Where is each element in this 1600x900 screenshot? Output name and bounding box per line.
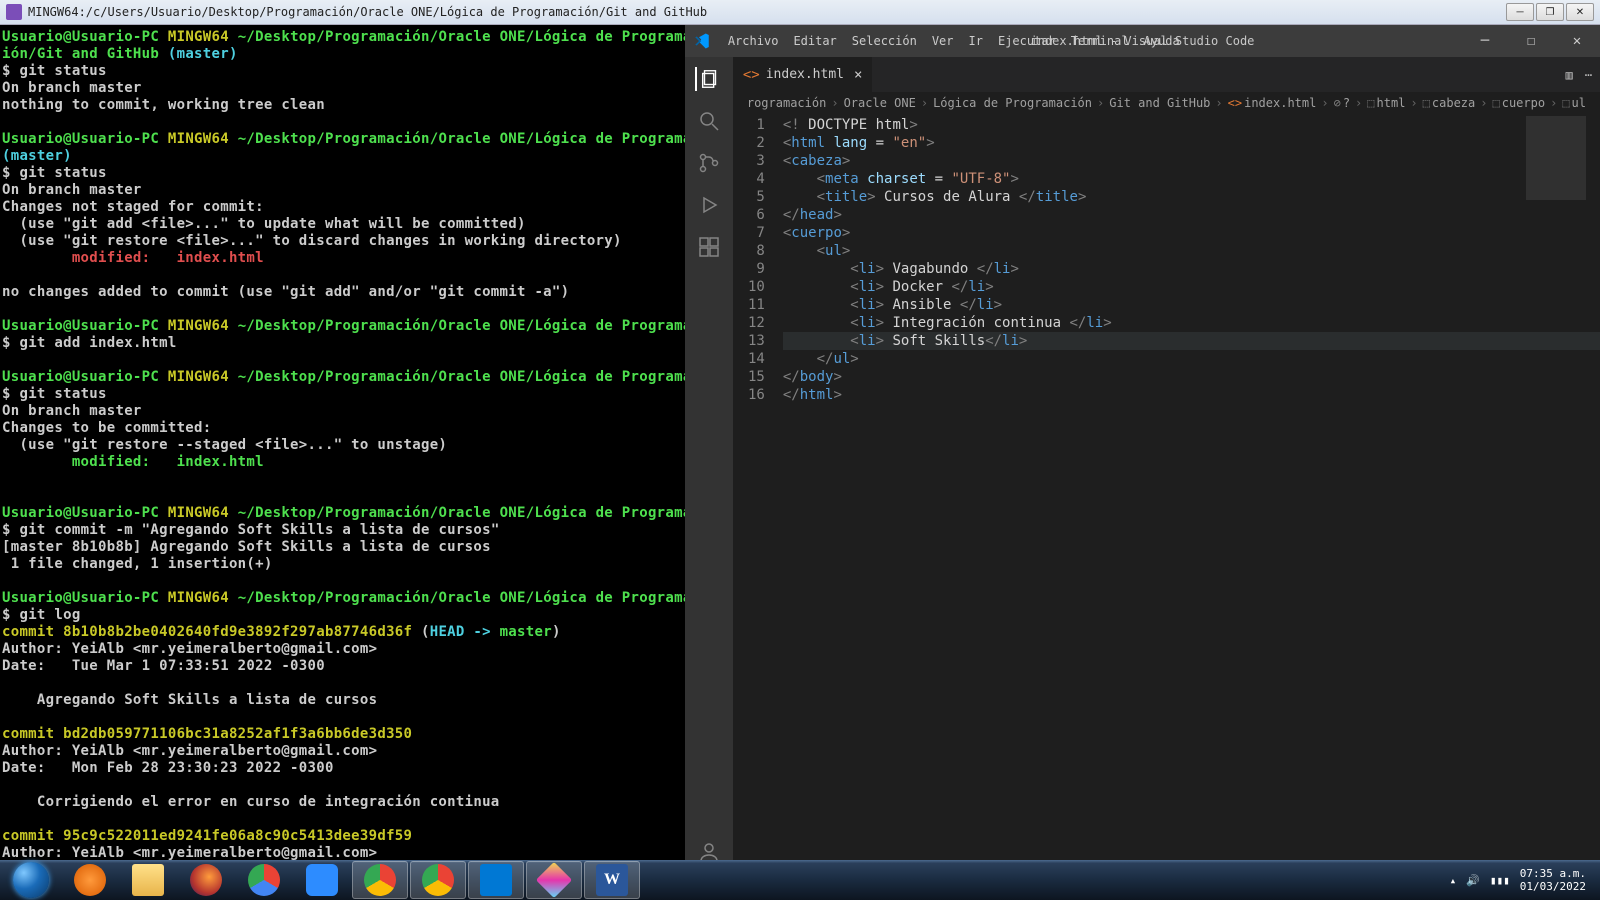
- taskbar-vscode[interactable]: [468, 861, 524, 899]
- taskbar-zoom[interactable]: [294, 861, 350, 899]
- taskbar-chrome2[interactable]: [352, 861, 408, 899]
- maximize-button[interactable]: ❐: [1536, 3, 1564, 21]
- taskbar-chrome3[interactable]: [410, 861, 466, 899]
- tab-close-icon[interactable]: ×: [850, 67, 862, 83]
- breadcrumb[interactable]: rogramación› Oracle ONE› Lógica de Progr…: [733, 92, 1600, 114]
- source-control-icon[interactable]: [697, 151, 721, 175]
- tray-chevron-icon[interactable]: ▴: [1450, 874, 1457, 887]
- tray-volume-icon[interactable]: 🔊: [1466, 874, 1480, 887]
- run-debug-icon[interactable]: [697, 193, 721, 217]
- line-numbers: 12345678910111213141516: [733, 114, 783, 876]
- window-title: MINGW64:/c/Users/Usuario/Desktop/Program…: [28, 5, 1506, 19]
- minimap[interactable]: [1526, 116, 1586, 236]
- tab-bar: <> index.html × ▥ ⋯: [733, 57, 1600, 92]
- tab-index-html[interactable]: <> index.html ×: [733, 57, 873, 92]
- taskbar-firefox[interactable]: [178, 861, 234, 899]
- code-editor[interactable]: 12345678910111213141516 <! DOCTYPE html>…: [733, 114, 1600, 876]
- taskbar-media-player[interactable]: [62, 861, 118, 899]
- taskbar-word[interactable]: W: [584, 861, 640, 899]
- window-titlebar: MINGW64:/c/Users/Usuario/Desktop/Program…: [0, 0, 1600, 25]
- more-actions-icon[interactable]: ⋯: [1585, 68, 1592, 82]
- vscode-maximize-button[interactable]: ☐: [1508, 25, 1554, 57]
- vscode-minimize-button[interactable]: ─: [1462, 25, 1508, 57]
- vscode-title: index.html - Visual Studio Code: [1030, 34, 1254, 48]
- vscode-logo-icon: [685, 32, 720, 50]
- vscode-window: ArchivoEditarSelecciónVerIrEjecutarTermi…: [685, 25, 1600, 876]
- system-tray[interactable]: ▴ 🔊 ▮▮▮ 07:35 a.m. 01/03/2022: [1450, 867, 1596, 893]
- taskbar: W ▴ 🔊 ▮▮▮ 07:35 a.m. 01/03/2022: [0, 860, 1600, 900]
- start-button[interactable]: [4, 860, 58, 900]
- tray-clock[interactable]: 07:35 a.m. 01/03/2022: [1520, 867, 1586, 893]
- explorer-icon[interactable]: [695, 67, 721, 91]
- minimize-button[interactable]: ─: [1506, 3, 1534, 21]
- html-file-icon: <>: [743, 67, 760, 83]
- close-button[interactable]: ✕: [1566, 3, 1594, 21]
- app-icon: [6, 4, 22, 20]
- taskbar-gitbash[interactable]: [526, 861, 582, 899]
- split-editor-icon[interactable]: ▥: [1566, 68, 1573, 82]
- tray-network-icon[interactable]: ▮▮▮: [1490, 874, 1510, 887]
- extensions-icon[interactable]: [697, 235, 721, 259]
- terminal-output[interactable]: Usuario@Usuario-PC MINGW64 ~/Desktop/Pro…: [0, 25, 685, 876]
- taskbar-chrome1[interactable]: [236, 861, 292, 899]
- vscode-close-button[interactable]: ✕: [1554, 25, 1600, 57]
- vscode-titlebar: ArchivoEditarSelecciónVerIrEjecutarTermi…: [685, 25, 1600, 57]
- search-icon[interactable]: [697, 109, 721, 133]
- activity-bar: [685, 57, 733, 876]
- code-content[interactable]: <! DOCTYPE html> <html lang = "en"> <cab…: [783, 114, 1600, 876]
- taskbar-explorer[interactable]: [120, 861, 176, 899]
